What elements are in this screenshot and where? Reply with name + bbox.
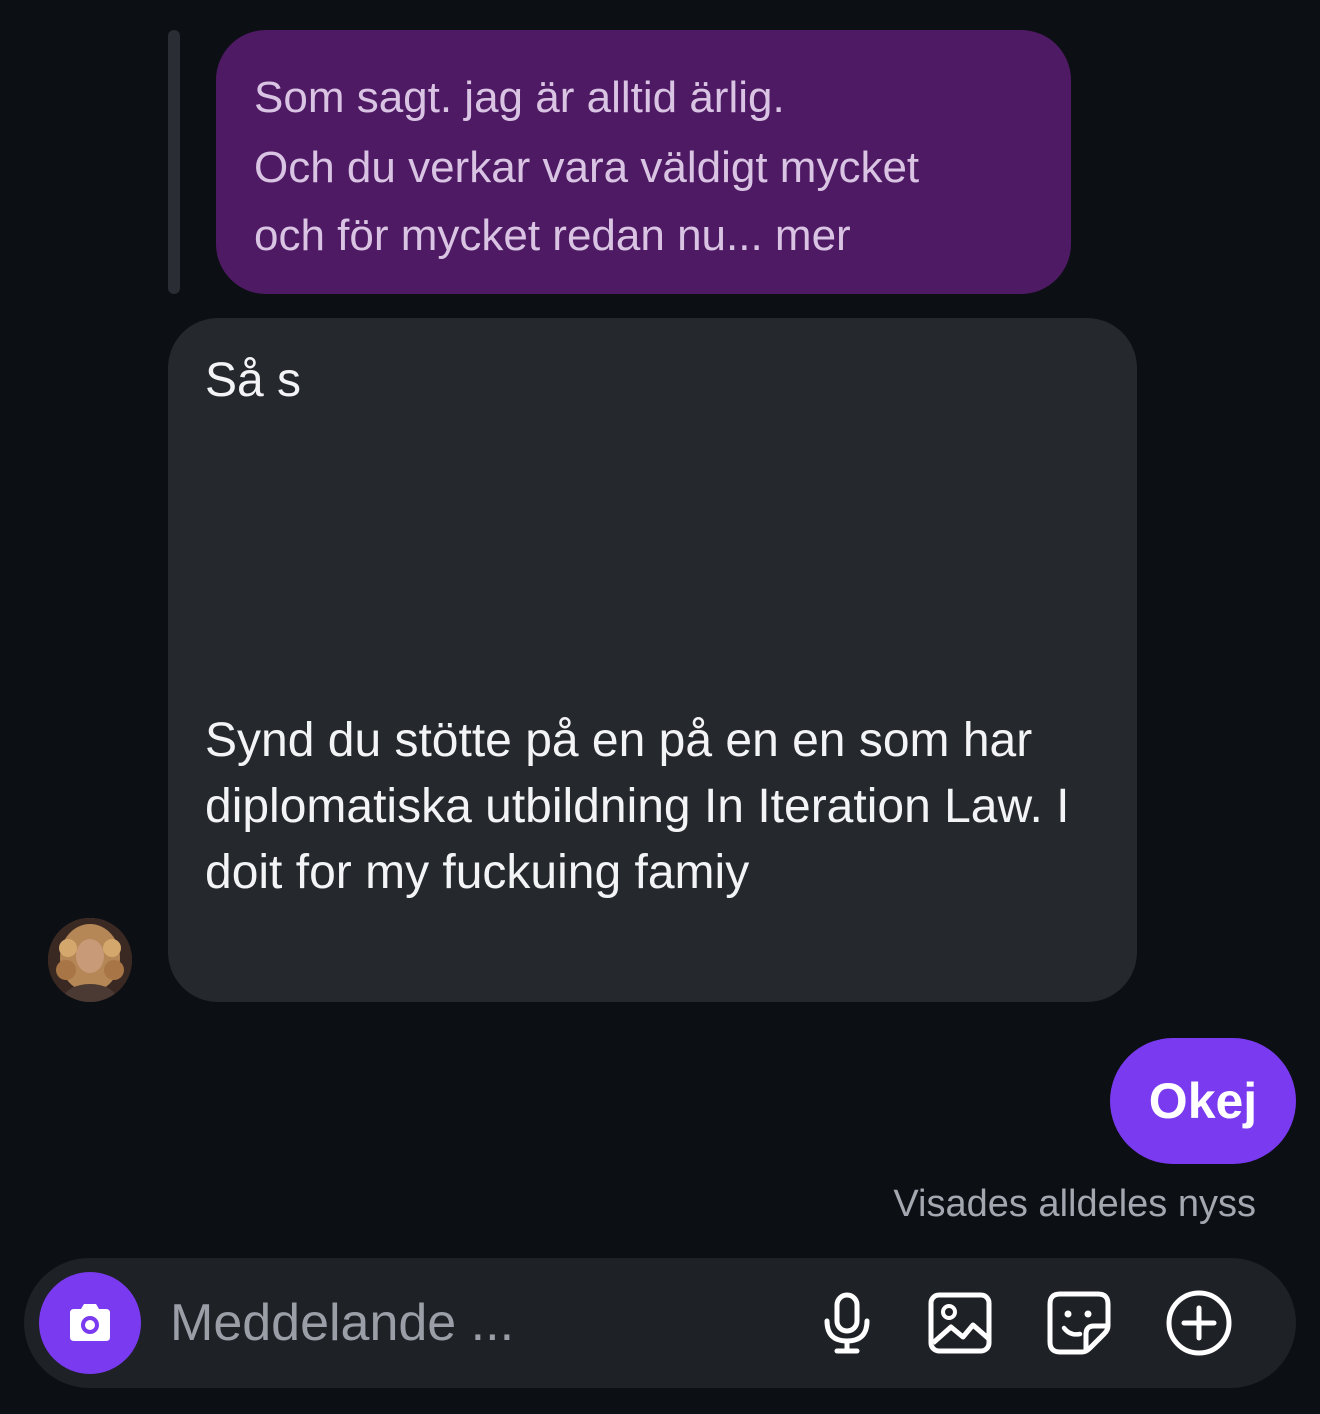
camera-button[interactable] [39,1272,141,1374]
camera-icon [70,1304,110,1341]
quoted-message-line: och för mycket redan nu... mer [254,211,851,260]
image-icon [928,1292,992,1354]
message-composer [24,1258,1296,1388]
more-options-button[interactable] [1164,1288,1234,1358]
message-input[interactable] [170,1288,790,1358]
outgoing-message-bubble[interactable]: Okej [1110,1038,1296,1164]
microphone-icon [824,1292,870,1354]
incoming-message-bubble[interactable]: Så s Synd du stötte på en på en en som h… [168,318,1137,1002]
incoming-message-head: Så s [205,354,302,407]
gallery-button[interactable] [925,1288,995,1358]
seen-status: Visades alldeles nyss [893,1183,1256,1225]
quoted-message-line: Och du verkar vara väldigt mycket [254,143,920,192]
avatar[interactable] [48,918,132,1002]
quoted-message-bubble[interactable]: Som sagt. jag är alltid ärlig. Och du ve… [216,30,1071,294]
sticker-button[interactable] [1044,1288,1114,1358]
plus-circle-icon [1166,1290,1232,1356]
reply-indicator-bar [168,30,180,294]
quoted-message-line: Som sagt. jag är alltid ärlig. [254,73,785,122]
microphone-button[interactable] [812,1288,882,1358]
chat-screen: Som sagt. jag är alltid ärlig. Och du ve… [0,0,1320,1414]
incoming-message-body: Synd du stötte på en på en en som har di… [205,714,1070,899]
avatar-photo [48,918,132,1002]
outgoing-message-text: Okej [1148,1073,1258,1129]
sticker-icon [1047,1291,1111,1355]
